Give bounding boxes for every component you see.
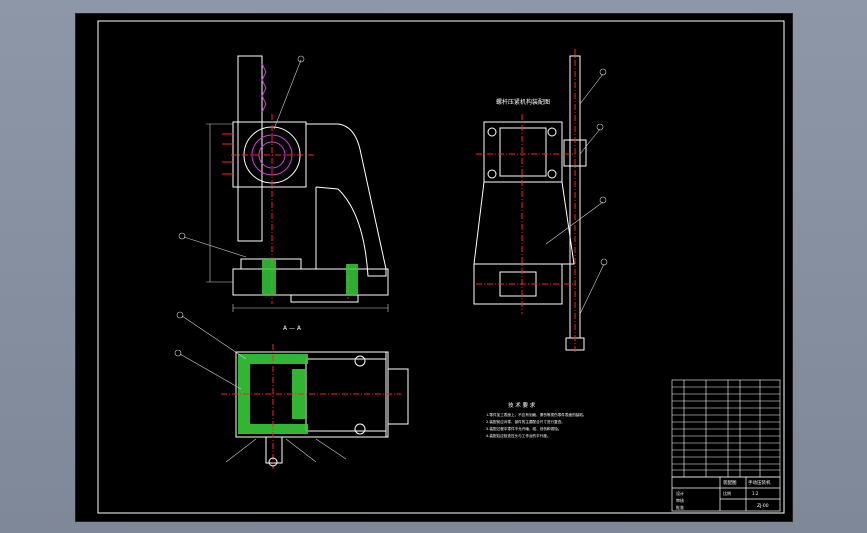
frame-arm [306,123,387,277]
side-column [473,181,575,265]
frame-arm-inner [308,187,317,270]
section-dim-box [387,368,409,425]
note-line-4: 4.装配后应检查压头与工作台的平行度。 [486,433,551,438]
title-block-designer: 设计 [676,490,684,496]
side-view-title: 螺杆压紧机构装配图 [496,98,550,106]
title-block-checker: 审核 [676,497,684,503]
front-view-section-hatch [262,259,358,295]
drawing-canvas[interactable]: 螺杆压紧机构装配图 A — A 技 术 要 求 1.零件加工表面上，不应有划痕、… [76,14,792,521]
title-block-scale-value: 1:2 [752,491,759,496]
notes-title: 技 术 要 求 [508,401,536,409]
note-line-1: 1.零件加工表面上，不应有划痕、擦伤等损伤零件表面的缺陷。 [486,412,586,417]
inner-frame-border [97,20,785,514]
title-block-sheet-no: ZJ-00 [757,503,769,509]
title-block-subtitle: 装配图 [723,479,737,486]
section-label: A — A [283,325,302,332]
parts-list [671,379,781,478]
section-shaft [265,436,283,464]
side-view-centerlines [476,49,576,354]
base-plate [232,268,389,296]
section-view-bolts [268,355,366,467]
title-block-approver: 批准 [676,504,684,510]
drawing-sheet[interactable]: 螺杆压紧机构装配图 A — A 技 术 要 求 1.零件加工表面上，不应有划痕、… [75,13,793,522]
section-right-block [305,358,387,432]
section-view [235,351,409,464]
spring-thread [261,63,267,113]
title-block-title: 手动压装机 [748,479,771,486]
side-view-leaders [545,68,608,315]
front-view-fasteners [222,133,234,175]
front-view-centerlines [231,114,349,304]
title-block-scale-label: 比例 [723,490,731,496]
cad-viewport[interactable]: 螺杆压紧机构装配图 A — A 技 术 要 求 1.零件加工表面上，不应有划痕、… [0,0,867,533]
section-view-leaders [174,311,347,463]
ram-rect [237,55,263,242]
note-line-3: 3.装配过程中零件不允许磕、碰、划伤和锈蚀。 [486,426,561,431]
front-view [232,55,389,303]
note-line-2: 2.装配前应对零、部件的主要配合尺寸进行复查。 [486,419,565,424]
side-housing-inner [499,127,547,177]
